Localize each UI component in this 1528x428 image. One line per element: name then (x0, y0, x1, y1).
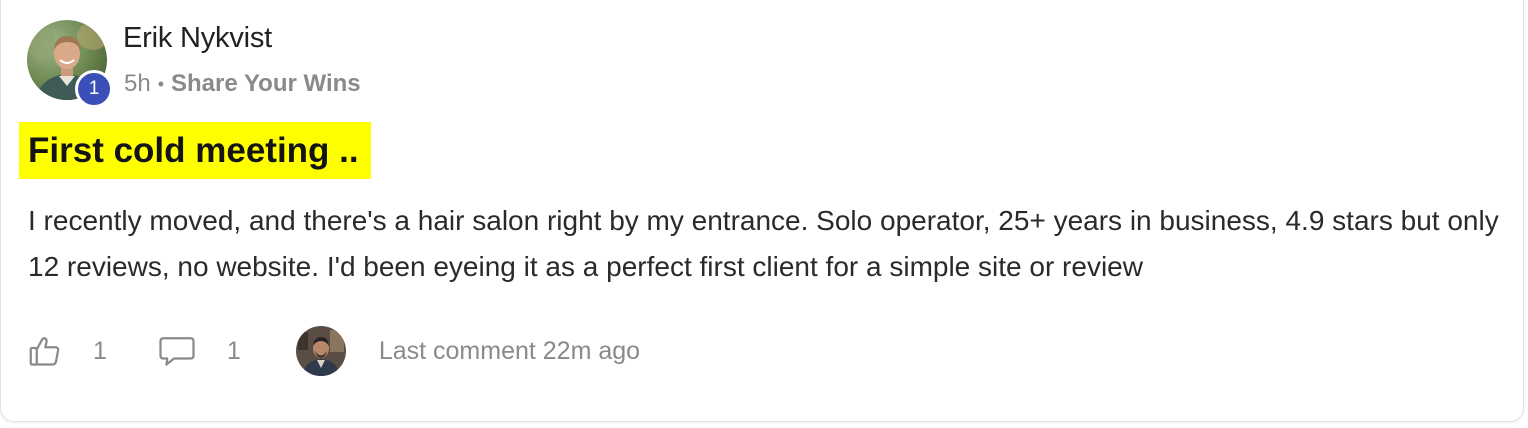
thumbs-up-icon (29, 337, 60, 366)
meta-separator: • (157, 73, 165, 94)
post-meta: 5h • Share Your Wins (124, 70, 361, 98)
author-avatar-wrap[interactable]: 1 (27, 20, 113, 108)
author-name[interactable]: Erik Nykvist (123, 22, 272, 55)
post-body[interactable]: I recently moved, and there's a hair sal… (28, 198, 1508, 290)
like-count: 1 (93, 336, 107, 365)
like-button[interactable]: 1 (27, 333, 107, 369)
comment-button[interactable]: 1 (157, 333, 241, 369)
last-commenter-avatar[interactable] (295, 326, 346, 376)
post-title[interactable]: First cold meeting .. (19, 122, 371, 179)
post-card[interactable]: 1 Erik Nykvist 5h • Share Your Wins Firs… (0, 0, 1524, 422)
comment-count: 1 (226, 336, 241, 365)
comment-bubble-icon (159, 337, 195, 366)
post-footer: 1 1 Last comment 22m ago (27, 325, 640, 377)
post-time[interactable]: 5h (124, 70, 151, 98)
post-category[interactable]: Share Your Wins (171, 70, 361, 98)
level-badge: 1 (75, 70, 113, 108)
last-comment-time[interactable]: Last comment 22m ago (379, 337, 640, 366)
